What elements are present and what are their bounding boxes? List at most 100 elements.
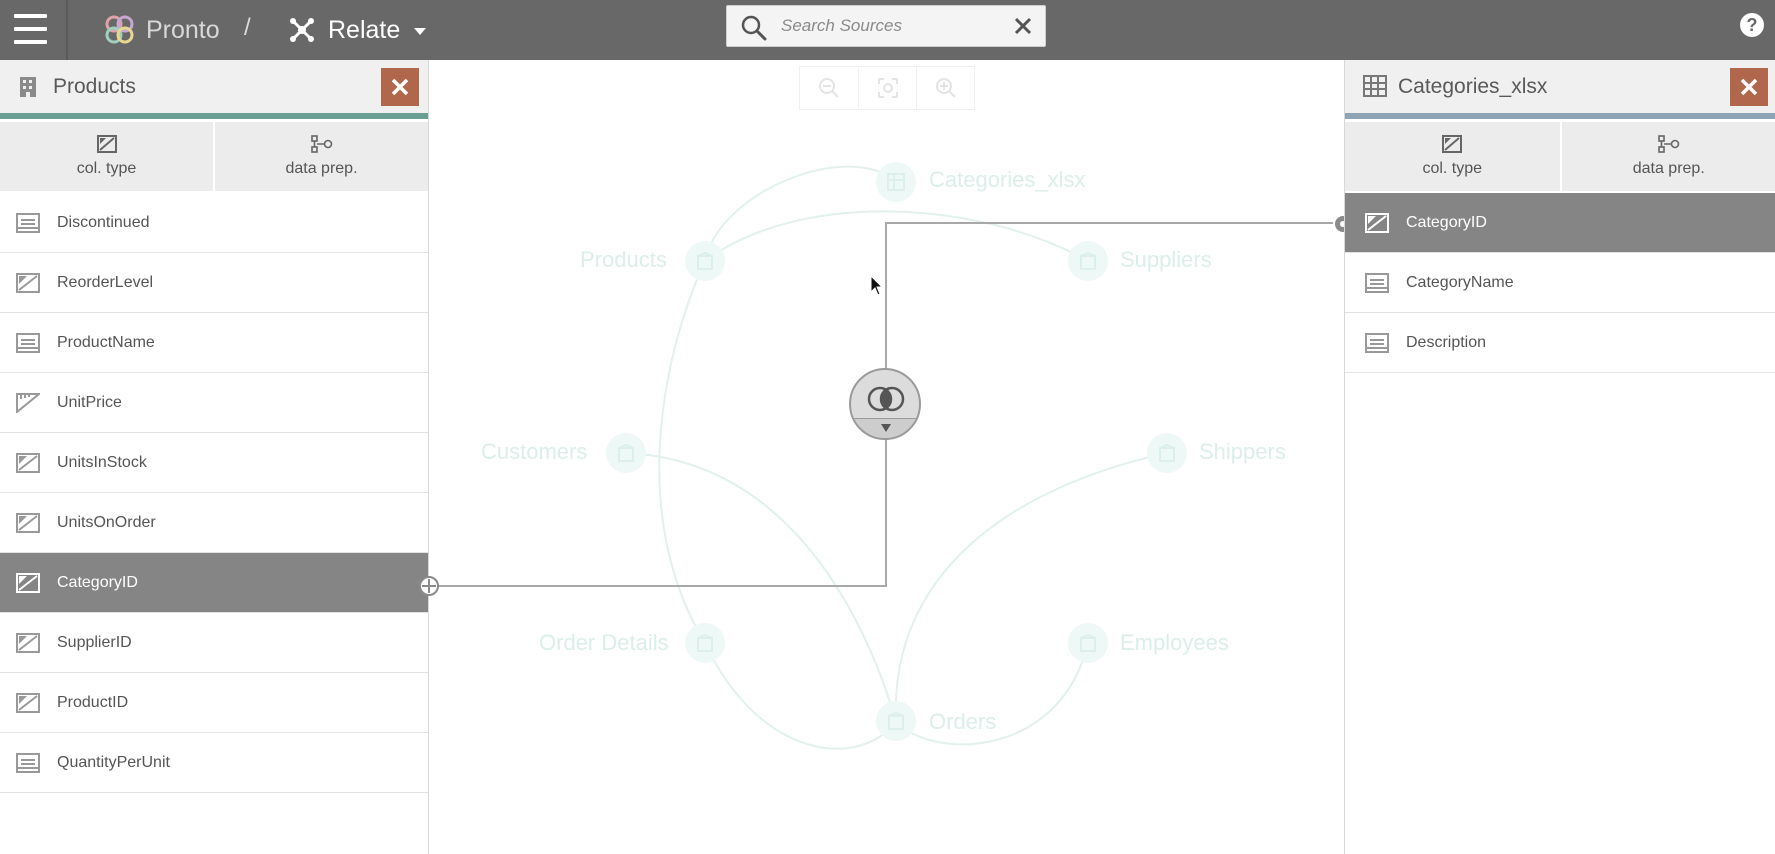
- panel-header: Categories_xlsx: [1345, 60, 1775, 113]
- zoom-out-button[interactable]: [800, 67, 858, 109]
- data-prep-icon: [310, 135, 332, 153]
- mouse-pointer-icon: [870, 275, 884, 296]
- tab-col-type[interactable]: col. type: [0, 122, 213, 191]
- field-row[interactable]: UnitPrice: [0, 373, 428, 433]
- join-options[interactable]: [851, 418, 919, 438]
- field-label: UnitsOnOrder: [57, 513, 156, 531]
- breadcrumb-separator: /: [244, 14, 251, 41]
- drag-handle-left[interactable]: [419, 576, 439, 596]
- app-brand[interactable]: Pronto: [104, 10, 220, 50]
- app-name: Pronto: [146, 15, 220, 44]
- field-row[interactable]: ProductName: [0, 313, 428, 373]
- relate-icon: [290, 18, 314, 42]
- graph-node-shippers[interactable]: [1147, 433, 1187, 473]
- field-label: Discontinued: [57, 213, 150, 231]
- help-icon[interactable]: ?: [1740, 13, 1764, 37]
- field-label: CategoryName: [1406, 273, 1514, 291]
- search-box: [726, 5, 1046, 47]
- field-label: SupplierID: [57, 633, 132, 651]
- text-type-icon: [16, 753, 40, 773]
- column-type-icon: [1442, 135, 1463, 153]
- tab-label: col. type: [1422, 160, 1483, 177]
- field-row[interactable]: Description: [1345, 313, 1775, 373]
- field-row-selected[interactable]: CategoryID: [1345, 193, 1775, 253]
- text-type-icon: [16, 213, 40, 233]
- table-icon: [887, 173, 905, 191]
- graph-node-label: Shippers: [1199, 439, 1286, 464]
- building-icon: [697, 252, 713, 270]
- field-row[interactable]: ProductID: [0, 673, 428, 733]
- panel-tabs: col. type data prep.: [1345, 122, 1775, 191]
- close-icon[interactable]: [1011, 14, 1035, 38]
- data-prep-icon: [1657, 135, 1680, 153]
- fit-to-screen-button[interactable]: [858, 67, 916, 109]
- text-type-icon: [1365, 273, 1389, 293]
- tab-data-prep[interactable]: data prep.: [1559, 122, 1775, 191]
- chevron-down-icon: [414, 28, 427, 35]
- hamburger-menu-icon[interactable]: [14, 14, 47, 44]
- panel-tabs: col. type data prep.: [0, 122, 428, 191]
- field-row[interactable]: Discontinued: [0, 193, 428, 253]
- graph-node-label: Orders: [929, 709, 997, 734]
- graph-node-order-details[interactable]: [685, 623, 725, 663]
- left-source-panel: Products col. type data prep. Discontinu…: [0, 60, 429, 854]
- measure-type-icon: [16, 393, 40, 413]
- building-icon: [888, 712, 904, 730]
- number-type-icon: [16, 633, 40, 653]
- field-label: ProductID: [57, 693, 129, 711]
- field-row[interactable]: ReorderLevel: [0, 253, 428, 313]
- zoom-in-icon: [935, 78, 956, 98]
- graph-node-employees[interactable]: [1068, 623, 1108, 663]
- top-bar: Pronto / Relate ?: [0, 0, 1775, 60]
- close-panel-button[interactable]: [381, 68, 419, 106]
- field-label: CategoryID: [1406, 213, 1487, 231]
- field-label: ProductName: [57, 333, 155, 351]
- field-row[interactable]: QuantityPerUnit: [0, 733, 428, 793]
- close-panel-button[interactable]: [1730, 68, 1768, 106]
- table-icon: [1363, 75, 1387, 97]
- field-row[interactable]: UnitsInStock: [0, 433, 428, 493]
- building-icon: [1080, 252, 1096, 270]
- field-label: CategoryID: [57, 573, 138, 591]
- number-type-icon: [16, 513, 40, 533]
- graph-node-products[interactable]: [685, 241, 725, 281]
- number-type-icon: [16, 573, 40, 593]
- field-label: UnitsInStock: [57, 453, 147, 471]
- field-row[interactable]: CategoryName: [1345, 253, 1775, 313]
- graph-node-label: Customers: [481, 439, 588, 464]
- graph-node-suppliers[interactable]: [1068, 241, 1108, 281]
- pronto-logo-icon: [105, 15, 134, 44]
- building-icon: [618, 444, 634, 462]
- graph-node-customers[interactable]: [606, 433, 646, 473]
- graph-node-label: Order Details: [539, 630, 669, 655]
- graph-node-orders[interactable]: [876, 701, 916, 741]
- field-list: Discontinued ReorderLevel ProductName Un…: [0, 193, 428, 793]
- zoom-in-button[interactable]: [916, 67, 974, 109]
- zoom-out-icon: [819, 78, 839, 98]
- tab-col-type[interactable]: col. type: [1345, 122, 1560, 191]
- tab-data-prep[interactable]: data prep.: [213, 122, 428, 191]
- building-icon: [1159, 444, 1175, 462]
- search-input[interactable]: [781, 14, 1001, 38]
- close-icon: [1740, 78, 1758, 96]
- graph-node-categories[interactable]: [876, 162, 916, 202]
- field-row-selected[interactable]: CategoryID: [0, 553, 428, 613]
- graph-node-label: Categories_xlsx: [929, 167, 1086, 192]
- field-list: CategoryID CategoryName Description: [1345, 193, 1775, 373]
- number-type-icon: [16, 453, 40, 473]
- search-icon: [741, 15, 767, 41]
- building-icon: [1080, 634, 1096, 652]
- field-row[interactable]: SupplierID: [0, 613, 428, 673]
- field-label: QuantityPerUnit: [57, 753, 170, 771]
- relate-dropdown[interactable]: Relate: [288, 11, 427, 49]
- field-row[interactable]: UnitsOnOrder: [0, 493, 428, 553]
- text-type-icon: [16, 333, 40, 353]
- field-label: ReorderLevel: [57, 273, 154, 291]
- panel-title: Products: [53, 75, 136, 98]
- tab-label: data prep.: [1632, 160, 1705, 177]
- column-type-icon: [96, 135, 117, 153]
- graph-node-label: Products: [580, 247, 667, 272]
- fit-screen-icon: [877, 78, 898, 98]
- join-node[interactable]: [849, 368, 921, 440]
- relate-label: Relate: [328, 15, 401, 44]
